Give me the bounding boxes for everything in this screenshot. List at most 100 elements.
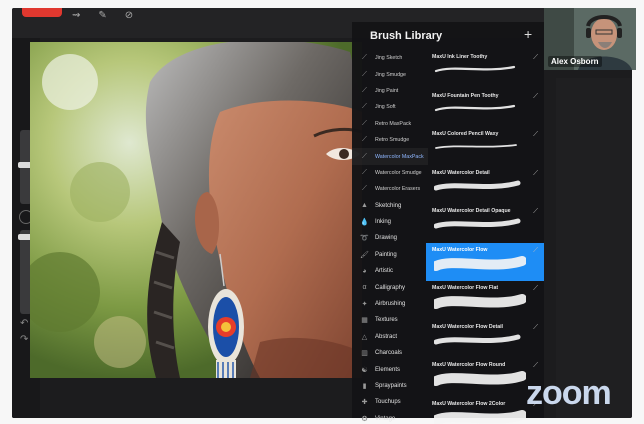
brush-stroke bbox=[434, 294, 526, 309]
brush-set-label: Retro Smudge bbox=[375, 137, 410, 144]
calligraphy-icon: α bbox=[362, 284, 367, 292]
brush-set-retro-maxpack[interactable]: ⟋ Retro MaxPack bbox=[352, 116, 428, 132]
brush-edit-icon[interactable]: ⟋ bbox=[533, 54, 538, 62]
brush-name: MaxU Fountain Pen Toothy bbox=[432, 92, 499, 99]
brush-item[interactable]: MaxU Watercolor Flow Detail ⟋ bbox=[426, 320, 544, 359]
brush-set-abstract[interactable]: △ Abstract bbox=[352, 329, 428, 345]
brush-set-elements[interactable]: ☯ Elements bbox=[352, 361, 428, 377]
texture-icon: ▦ bbox=[361, 317, 368, 325]
portrait-illustration bbox=[30, 42, 362, 378]
brush-set-jing-paint[interactable]: ⟋ Jing Paint bbox=[352, 83, 428, 99]
brush-set-label: Sketching bbox=[375, 202, 402, 209]
redo-icon[interactable]: ↷ bbox=[20, 334, 28, 345]
brush-set-textures[interactable]: ▦ Textures bbox=[352, 312, 428, 328]
brush-set-jing-sketch[interactable]: ⟋ Jing Sketch bbox=[352, 50, 428, 66]
brush-stroke bbox=[434, 180, 521, 190]
brush-set-label: Spraypaints bbox=[375, 383, 407, 389]
undo-icon[interactable]: ↶ bbox=[20, 318, 28, 329]
ink-drop-icon: 💧 bbox=[360, 219, 369, 227]
brush-set-drawing[interactable]: ➰ Drawing bbox=[352, 230, 428, 246]
brush-stroke-preview bbox=[434, 65, 516, 73]
zoom-logo: zoom bbox=[526, 374, 612, 412]
vintage-icon: ✪ bbox=[361, 415, 368, 423]
pencil-tool-icon[interactable]: ✎ bbox=[98, 10, 106, 21]
brush-edit-icon[interactable]: ⟋ bbox=[533, 247, 538, 255]
brush-stroke-icon: ⟋ bbox=[362, 54, 367, 62]
selection-icon[interactable]: ⊘ bbox=[125, 10, 133, 21]
brush-set-label: Retro MaxPack bbox=[375, 120, 412, 127]
brush-set-label: Painting bbox=[375, 251, 397, 258]
brush-set-calligraphy[interactable]: α Calligraphy bbox=[352, 279, 428, 295]
brush-set-jing-soft[interactable]: ⟋ Jing Soft bbox=[352, 99, 428, 115]
brush-set-charcoals[interactable]: ▥ Charcoals bbox=[352, 345, 428, 361]
brush-item[interactable]: MaxU Fountain Pen Toothy ⟋ bbox=[426, 89, 544, 128]
brush-set-jing-smudge[interactable]: ⟋ Jing Smudge bbox=[352, 66, 428, 82]
brush-stroke-icon: ⟋ bbox=[362, 185, 367, 193]
touchup-icon: ✚ bbox=[361, 399, 368, 407]
brush-edit-icon[interactable]: ⟋ bbox=[533, 131, 538, 139]
brush-set-label: Jing Paint bbox=[375, 87, 399, 94]
brush-stroke-preview bbox=[434, 104, 516, 111]
brush-stroke-preview bbox=[434, 294, 526, 309]
artwork-canvas[interactable] bbox=[30, 42, 362, 378]
brush-stroke-preview bbox=[435, 144, 517, 149]
brush-name: MaxU Watercolor Flow Round bbox=[432, 362, 506, 368]
brush-set-watercolor-smudge[interactable]: ⟋ Watercolor Smudge bbox=[352, 165, 428, 181]
brush-set-label: Abstract bbox=[375, 333, 398, 340]
brush-set-artistic[interactable]: ◕ Artistic bbox=[352, 263, 428, 279]
spiral-icon: ➰ bbox=[360, 235, 369, 243]
brush-item[interactable]: MaxU Colored Pencil Waxy ⟋ bbox=[426, 127, 544, 166]
brush-set-vintage[interactable]: ✪ Vintage bbox=[352, 411, 428, 424]
brush-set-retro-smudge[interactable]: ⟋ Retro Smudge bbox=[352, 132, 428, 148]
brush-edit-icon[interactable]: ⟋ bbox=[533, 324, 538, 332]
zoom-meeting-window: ⇝ ✎ ⊘ ↶ ↷ Brush Library + ⟋ Jing Sketch … bbox=[0, 0, 644, 424]
airbrush-icon: ✦ bbox=[361, 301, 368, 309]
brush-edit-icon[interactable]: ⟋ bbox=[533, 208, 538, 216]
brush-stroke bbox=[435, 144, 517, 149]
brush-stroke-icon: ⟋ bbox=[362, 152, 367, 160]
brush-set-label: Calligraphy bbox=[375, 284, 406, 291]
brush-set-label: Airbrushing bbox=[375, 301, 406, 308]
transform-icon[interactable]: ⇝ bbox=[72, 10, 80, 21]
brush-item[interactable]: MaxU Watercolor Flow ⟋ bbox=[426, 242, 544, 281]
brush-set-label: Elements bbox=[375, 366, 401, 373]
brush-set-label: Textures bbox=[375, 317, 398, 324]
brush-set-watercolor-erasers[interactable]: ⟋ Watercolor Erasers bbox=[352, 181, 428, 197]
brush-item[interactable]: MaxU Watercolor Detail ⟋ bbox=[426, 166, 544, 205]
brush-name: MaxU Watercolor Flow 2Color bbox=[432, 400, 506, 407]
brush-edit-icon[interactable]: ⟋ bbox=[533, 362, 538, 370]
brush-stroke-icon: ⟋ bbox=[362, 70, 367, 78]
brush-set-label: Jing Soft bbox=[375, 104, 396, 111]
brush-set-label: Jing Sketch bbox=[375, 55, 403, 62]
toolbar-tab[interactable] bbox=[22, 8, 62, 17]
brush-stroke-preview bbox=[434, 255, 526, 271]
spray-can-icon: ▮ bbox=[362, 383, 367, 390]
brush-edit-icon[interactable]: ⟋ bbox=[533, 285, 538, 293]
brush-set-watercolor-maxpack[interactable]: ⟋ Watercolor MaxPack bbox=[352, 148, 428, 165]
brush-set-inking[interactable]: 💧 Inking bbox=[352, 214, 428, 230]
brush-set-label: Touchups bbox=[375, 399, 401, 406]
palette-icon: ◕ bbox=[362, 267, 367, 275]
brush-edit-icon[interactable]: ⟋ bbox=[533, 170, 538, 178]
brush-edit-icon[interactable]: ⟋ bbox=[533, 93, 538, 101]
brush-name: MaxU Watercolor Flow Flat bbox=[432, 285, 499, 291]
brush-set-painting[interactable]: 🖌 Painting bbox=[352, 247, 428, 263]
add-brush-icon[interactable]: + bbox=[524, 26, 532, 42]
brush-set-sketching[interactable]: ▲ Sketching bbox=[352, 198, 428, 214]
participant-name: Alex Osborn bbox=[548, 56, 602, 67]
brush-set-label: Vintage bbox=[375, 415, 396, 422]
brush-set-label: Watercolor MaxPack bbox=[375, 153, 424, 160]
brush-stroke bbox=[434, 104, 516, 111]
brush-stroke-icon: ⟋ bbox=[362, 119, 367, 127]
participant-video[interactable]: Alex Osborn bbox=[544, 8, 636, 70]
brush-set-airbrushing[interactable]: ✦ Airbrushing bbox=[352, 296, 428, 312]
brush-set-touchups[interactable]: ✚ Touchups bbox=[352, 394, 428, 410]
brush-set-label: Watercolor Erasers bbox=[375, 186, 421, 193]
brush-item[interactable]: MaxU Watercolor Detail Opaque ⟋ bbox=[426, 204, 544, 243]
brush-set-label: Inking bbox=[375, 219, 392, 226]
brush-stroke-preview bbox=[434, 409, 526, 424]
brush-set-spraypaints[interactable]: ▮ Spraypaints bbox=[352, 378, 428, 394]
brush-item[interactable]: MaxU Watercolor Flow Flat ⟋ bbox=[426, 281, 544, 320]
brush-set-label: Drawing bbox=[375, 235, 398, 242]
brush-item[interactable]: MaxU Ink Liner Toothy ⟋ bbox=[426, 50, 544, 89]
